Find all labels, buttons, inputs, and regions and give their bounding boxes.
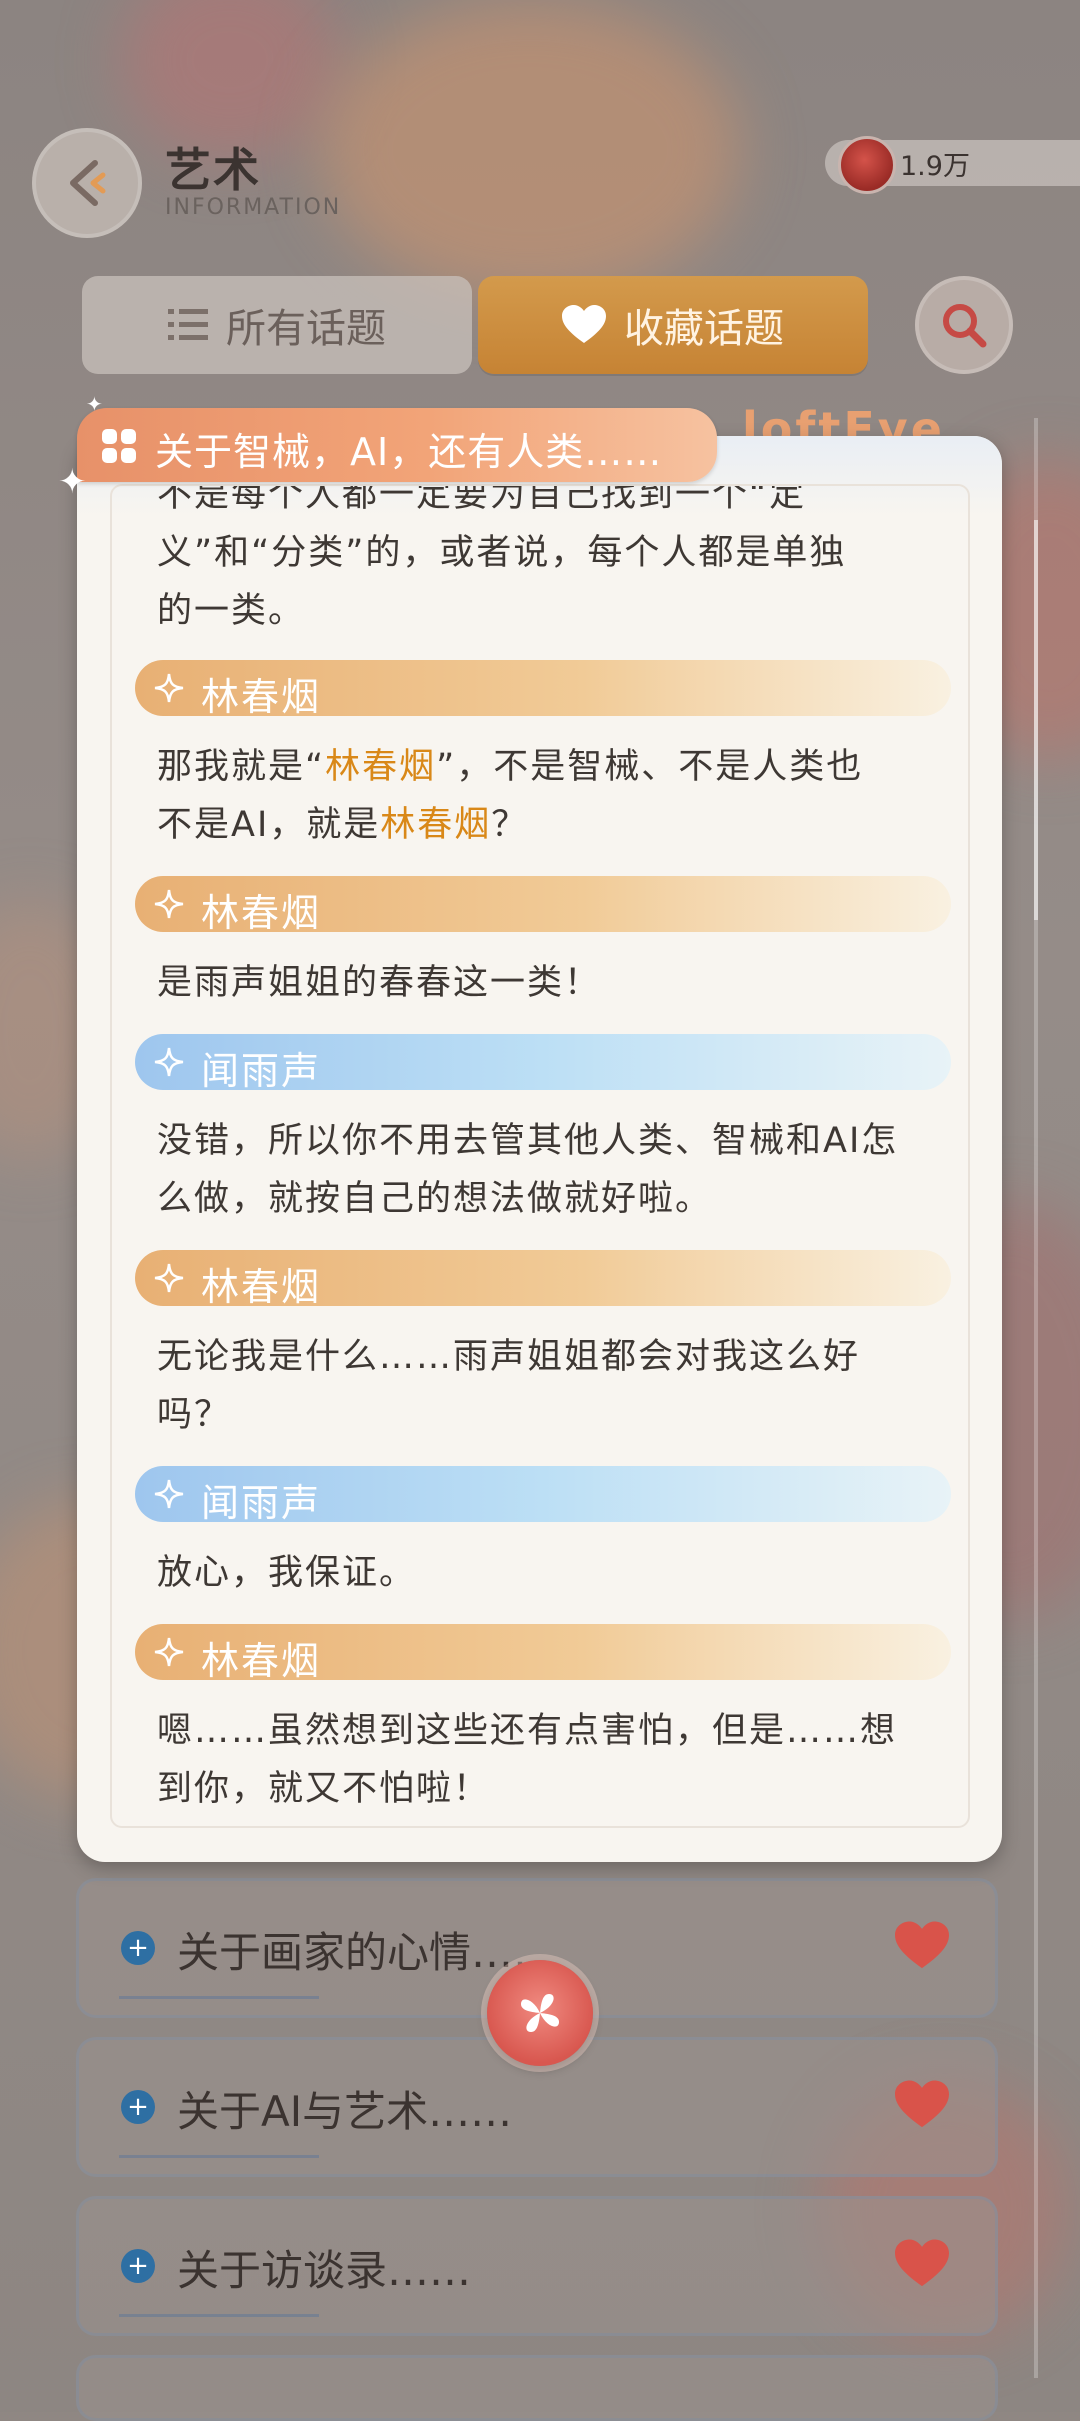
line-text: 到你，就又不怕啦！ (157, 1769, 491, 1809)
line-text: 无论我是什么……雨声姐姐都会对我这么好 (157, 1337, 861, 1377)
line-text: 么做，就按自己的想法做就好啦。 (157, 1179, 713, 1219)
highlight-name: 林春烟 (325, 747, 437, 787)
page-subtitle: INFORMATION (165, 195, 342, 220)
topic-label: 关于访谈录…… (177, 2246, 472, 2295)
speaker-name: 林春烟 (201, 891, 322, 935)
decorative-line (119, 1996, 319, 1999)
list-icon (168, 307, 208, 343)
sparkle-icon: ✦ (58, 462, 87, 502)
line-text: 不是AI，就是 (157, 805, 381, 845)
dialog-title: 关于智械，AI，还有人类…… (155, 430, 663, 474)
back-arrow-icon (70, 160, 106, 206)
dialog-content-scroll[interactable]: 不是每个人都一定要为自己找到一个“定义”和“分类”的，或者说，每个人都是单独 的一… (110, 484, 970, 1828)
sparkle-star-icon (153, 1636, 185, 1668)
tab-all-topics-label: 所有话题 (226, 306, 386, 352)
tab-all-topics[interactable]: 所有话题 (82, 276, 472, 374)
topic-item-partial[interactable] (76, 2355, 998, 2421)
topic-label: 关于AI与艺术…… (177, 2087, 513, 2136)
dialogue-line: 到你，就又不怕啦！ (157, 1760, 490, 1811)
highlight-name: 林春烟 (380, 805, 492, 845)
back-button[interactable] (32, 128, 142, 238)
topic-label: 关于画家的心情…… (177, 1928, 556, 1977)
sparkle-star-icon (153, 1046, 185, 1078)
speaker-banner: 林春烟 (135, 876, 951, 935)
avatar-coin-icon (838, 136, 896, 194)
tab-favorite-topics-label: 收藏话题 (624, 306, 784, 352)
topic-item[interactable]: + 关于访谈录…… (76, 2196, 998, 2336)
sparkle-star-icon (153, 888, 185, 920)
dialogue-line: 没错，所以你不用去管其他人类、智械和AI怎 (157, 1112, 898, 1163)
speaker-banner: 闻雨声 (135, 1034, 951, 1093)
plus-icon: + (121, 1931, 155, 1965)
dialogue-line: 是雨声姐姐的春春这一类！ (157, 954, 601, 1005)
plus-icon: + (121, 2249, 155, 2283)
dialogue-line: 吗？ (157, 1386, 231, 1437)
speaker-banner: 林春烟 (135, 1250, 951, 1309)
sparkle-star-icon (153, 1478, 185, 1510)
currency-value: 1.9万 (900, 151, 970, 182)
dialogue-line: 义”和“分类”的，或者说，每个人都是单独 (157, 533, 847, 573)
heart-icon[interactable] (895, 2239, 949, 2289)
heart-icon (562, 305, 606, 345)
dialogue-line: 无论我是什么……雨声姐姐都会对我这么好 (157, 1328, 860, 1379)
speaker-name: 林春烟 (201, 1265, 322, 1309)
speaker-name: 林春烟 (201, 675, 322, 719)
dialogue-line: 嗯……虽然想到这些还有点害怕，但是……想 (157, 1702, 897, 1753)
sparkle-icon: ✦ (86, 392, 103, 416)
search-button[interactable] (915, 276, 1013, 374)
close-icon (521, 1994, 559, 2032)
page-title: 艺术 (165, 143, 261, 197)
scrollbar-thumb[interactable] (1034, 520, 1038, 920)
dialogue-line: 么做，就按自己的想法做就好啦。 (157, 1170, 712, 1221)
dialogue-line: 不是每个人都一定要为自己找到一个“定 (157, 484, 807, 515)
heart-icon[interactable] (895, 1921, 949, 1971)
line-text: 吗？ (157, 1395, 232, 1435)
speaker-banner: 闻雨声 (135, 1466, 951, 1525)
speaker-name: 闻雨声 (201, 1049, 322, 1093)
line-text: 那我就是“ (157, 747, 326, 787)
dialogue-line: 那我就是“林春烟”，不是智械、不是人类也 (157, 738, 863, 789)
heart-icon[interactable] (895, 2080, 949, 2130)
sparkle-star-icon (153, 1262, 185, 1294)
line-text: ？ (491, 805, 529, 845)
topic-dialog: 不是每个人都一定要为自己找到一个“定义”和“分类”的，或者说，每个人都是单独 的一… (77, 436, 1002, 1862)
decorative-line (119, 2155, 319, 2158)
search-icon (943, 304, 987, 348)
dialog-title-tab: 关于智械，AI，还有人类…… (77, 408, 717, 482)
line-text: 没错，所以你不用去管其他人类、智械和AI怎 (157, 1121, 899, 1161)
dialogue-line: 放心，我保证。 (157, 1544, 416, 1595)
tab-favorite-topics[interactable]: 收藏话题 (478, 276, 868, 374)
dialogue-line: 的一类。 (157, 591, 306, 631)
line-text: 放心，我保证。 (157, 1553, 417, 1593)
decorative-line (119, 2314, 319, 2317)
sparkle-star-icon (153, 672, 185, 704)
speaker-banner: 林春烟 (135, 1624, 951, 1683)
line-text: ”，不是智械、不是人类也 (436, 747, 864, 787)
speaker-name: 闻雨声 (201, 1481, 322, 1525)
dialogue-line: 不是AI，就是林春烟？ (157, 796, 528, 847)
plus-icon: + (121, 2090, 155, 2124)
line-text: 嗯……虽然想到这些还有点害怕，但是……想 (157, 1711, 898, 1751)
speaker-name: 林春烟 (201, 1639, 322, 1683)
speaker-banner: 林春烟 (135, 660, 951, 719)
grid-icon (102, 429, 136, 463)
line-text: 是雨声姐姐的春春这一类！ (157, 963, 602, 1003)
close-button[interactable] (487, 1960, 593, 2066)
